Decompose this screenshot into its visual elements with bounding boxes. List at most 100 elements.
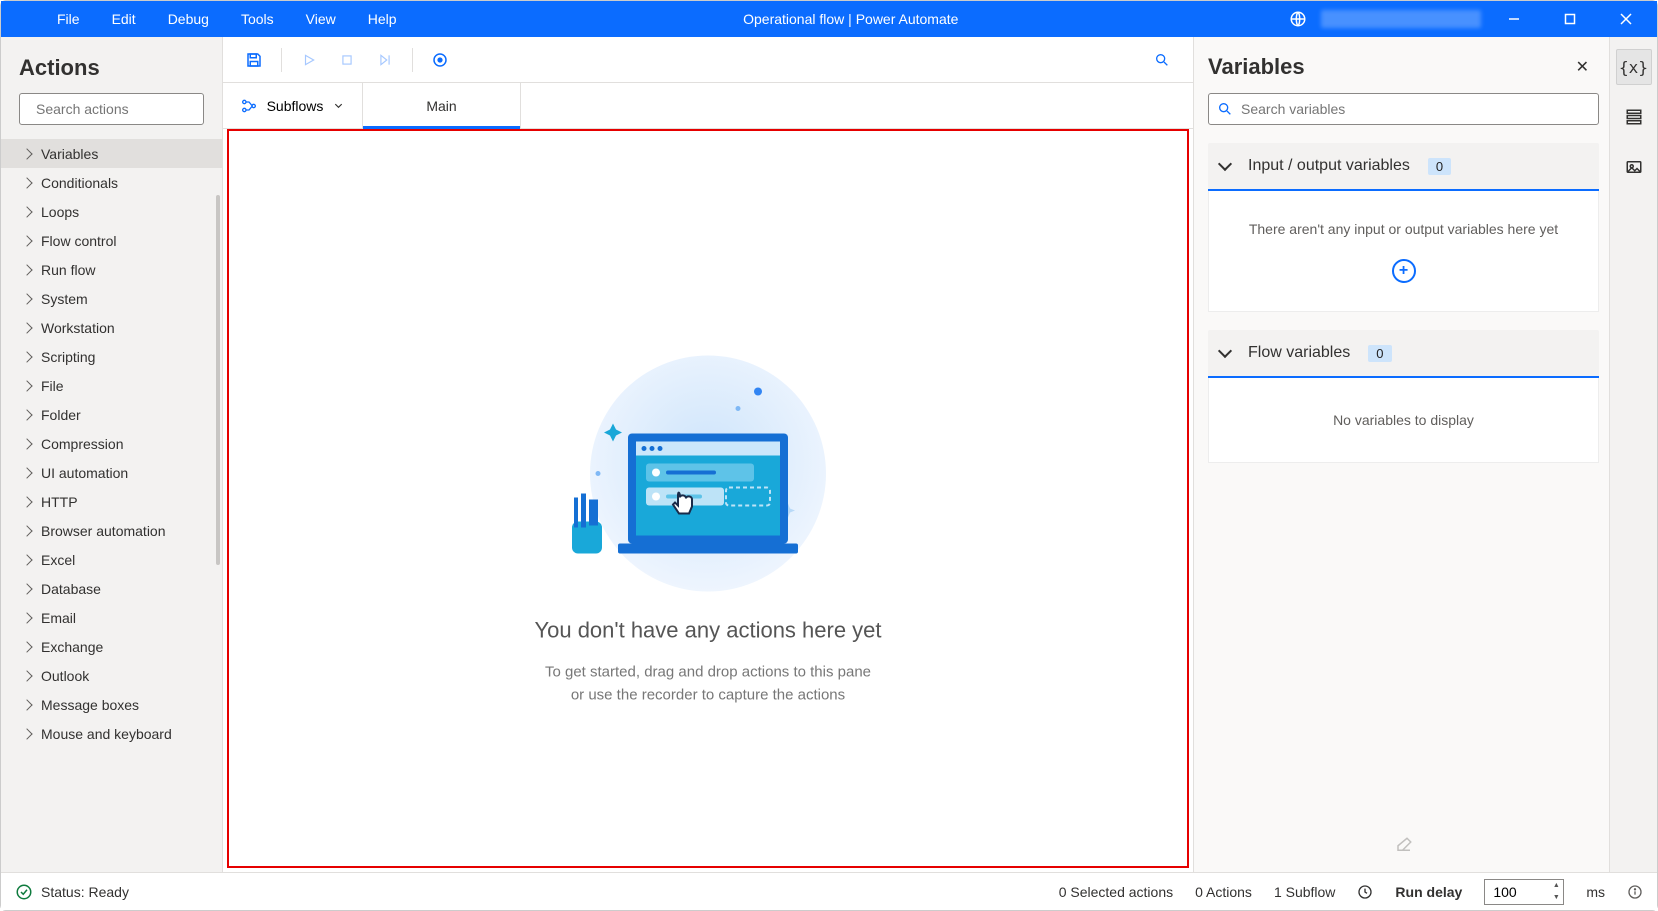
- io-variables-header[interactable]: Input / output variables 0: [1208, 143, 1599, 191]
- menu-bar: File Edit Debug Tools View Help: [1, 1, 413, 37]
- action-category-label: Database: [41, 581, 101, 597]
- close-panel-button[interactable]: ✕: [1570, 51, 1595, 83]
- check-circle-icon: [15, 883, 33, 901]
- menu-view[interactable]: View: [290, 1, 352, 37]
- action-category-flow-control[interactable]: Flow control: [1, 226, 222, 255]
- actions-count: 0 Actions: [1195, 884, 1252, 900]
- action-category-variables[interactable]: Variables: [1, 139, 222, 168]
- flow-variables-group: Flow variables 0 No variables to display: [1208, 330, 1599, 463]
- search-flow-button[interactable]: [1145, 43, 1179, 77]
- chevron-right-icon: [21, 525, 32, 536]
- separator: [412, 48, 413, 72]
- subflows-dropdown[interactable]: Subflows: [223, 83, 363, 128]
- selected-actions-count: 0 Selected actions: [1059, 884, 1173, 900]
- action-category-label: Conditionals: [41, 175, 118, 191]
- flow-canvas[interactable]: You don't have any actions here yet To g…: [223, 129, 1193, 872]
- minimize-button[interactable]: [1491, 1, 1537, 37]
- empty-state: You don't have any actions here yet To g…: [408, 354, 1008, 707]
- action-category-compression[interactable]: Compression: [1, 429, 222, 458]
- chevron-down-icon: [333, 100, 344, 111]
- empty-illustration: [538, 354, 878, 594]
- environment-label[interactable]: [1321, 10, 1481, 28]
- editor-area: Subflows Main: [223, 37, 1193, 872]
- empty-subtitle: To get started, drag and drop actions to…: [408, 662, 1008, 707]
- actions-list[interactable]: Variables Conditionals Loops Flow control Ru…: [1, 139, 222, 872]
- flow-variables-header[interactable]: Flow variables 0: [1208, 330, 1599, 378]
- run-button[interactable]: [292, 43, 326, 77]
- search-variables-input[interactable]: [1241, 101, 1590, 117]
- actions-title: Actions: [1, 37, 222, 93]
- maximize-button[interactable]: [1547, 1, 1593, 37]
- chevron-right-icon: [21, 206, 32, 217]
- ms-label: ms: [1586, 884, 1605, 900]
- chevron-right-icon: [21, 264, 32, 275]
- chevron-right-icon: [21, 583, 32, 594]
- chevron-right-icon: [21, 380, 32, 391]
- io-variables-label: Input / output variables: [1248, 157, 1410, 175]
- search-actions-box[interactable]: [19, 93, 204, 125]
- action-category-loops[interactable]: Loops: [1, 197, 222, 226]
- empty-title: You don't have any actions here yet: [408, 618, 1008, 644]
- action-category-browser-automation[interactable]: Browser automation: [1, 516, 222, 545]
- action-category-label: Message boxes: [41, 697, 139, 713]
- action-category-excel[interactable]: Excel: [1, 545, 222, 574]
- search-actions-input[interactable]: [36, 101, 217, 117]
- action-category-mouse-and-keyboard[interactable]: Mouse and keyboard: [1, 719, 222, 748]
- eraser-button[interactable]: [1387, 828, 1421, 862]
- action-category-folder[interactable]: Folder: [1, 400, 222, 429]
- action-category-label: Flow control: [41, 233, 116, 249]
- action-category-message-boxes[interactable]: Message boxes: [1, 690, 222, 719]
- chevron-right-icon: [21, 322, 32, 333]
- action-category-scripting[interactable]: Scripting: [1, 342, 222, 371]
- action-category-label: Scripting: [41, 349, 95, 365]
- tab-main[interactable]: Main: [363, 83, 521, 128]
- record-button[interactable]: [423, 43, 457, 77]
- globe-icon: [1289, 10, 1307, 28]
- chevron-right-icon: [21, 148, 32, 159]
- variables-title: Variables: [1208, 54, 1305, 80]
- action-category-workstation[interactable]: Workstation: [1, 313, 222, 342]
- add-io-variable-button[interactable]: +: [1392, 259, 1416, 283]
- chevron-right-icon: [21, 728, 32, 739]
- chevron-right-icon: [21, 293, 32, 304]
- menu-edit[interactable]: Edit: [96, 1, 152, 37]
- chevron-right-icon: [21, 177, 32, 188]
- action-category-http[interactable]: HTTP: [1, 487, 222, 516]
- action-category-email[interactable]: Email: [1, 603, 222, 632]
- subflows-label: Subflows: [267, 98, 324, 114]
- action-category-exchange[interactable]: Exchange: [1, 632, 222, 661]
- toolbar: [223, 37, 1193, 83]
- menu-file[interactable]: File: [41, 1, 96, 37]
- action-category-label: UI automation: [41, 465, 128, 481]
- action-category-outlook[interactable]: Outlook: [1, 661, 222, 690]
- action-category-database[interactable]: Database: [1, 574, 222, 603]
- action-category-run-flow[interactable]: Run flow: [1, 255, 222, 284]
- action-category-label: Folder: [41, 407, 81, 423]
- action-category-label: Run flow: [41, 262, 95, 278]
- menu-help[interactable]: Help: [352, 1, 413, 37]
- info-icon[interactable]: [1627, 884, 1643, 900]
- menu-debug[interactable]: Debug: [152, 1, 225, 37]
- clock-icon: [1357, 884, 1373, 900]
- step-button[interactable]: [368, 43, 402, 77]
- chevron-right-icon: [21, 351, 32, 362]
- search-variables-box[interactable]: [1208, 93, 1599, 125]
- action-category-conditionals[interactable]: Conditionals: [1, 168, 222, 197]
- close-button[interactable]: [1603, 1, 1649, 37]
- menu-tools[interactable]: Tools: [225, 1, 290, 37]
- delay-spinner[interactable]: ▲▼: [1549, 880, 1563, 904]
- save-button[interactable]: [237, 43, 271, 77]
- rail-images-button[interactable]: [1616, 149, 1652, 185]
- action-category-file[interactable]: File: [1, 371, 222, 400]
- action-category-ui-automation[interactable]: UI automation: [1, 458, 222, 487]
- variables-panel: Variables ✕ Input / output variables 0 T…: [1193, 37, 1609, 872]
- scrollbar-thumb[interactable]: [216, 195, 220, 565]
- rail-variables-button[interactable]: {x}: [1616, 49, 1652, 85]
- flow-variables-body: No variables to display: [1208, 378, 1599, 463]
- stop-button[interactable]: [330, 43, 364, 77]
- action-category-label: Loops: [41, 204, 79, 220]
- rail-ui-elements-button[interactable]: [1616, 99, 1652, 135]
- action-category-label: Mouse and keyboard: [41, 726, 172, 742]
- action-category-system[interactable]: System: [1, 284, 222, 313]
- chevron-right-icon: [21, 235, 32, 246]
